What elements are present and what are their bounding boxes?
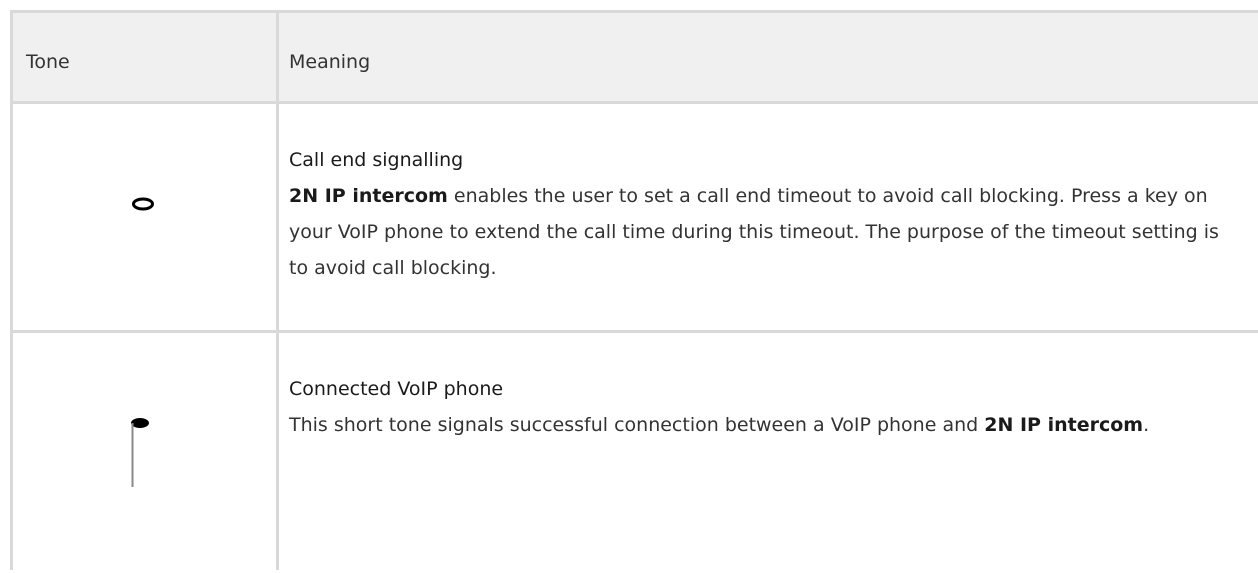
whole-note-icon (132, 197, 154, 211)
product-name: 2N IP intercom (984, 414, 1144, 436)
eighth-note-icon (131, 418, 149, 487)
description-text-end: . (1143, 414, 1150, 436)
row-title: Call end signalling (289, 149, 464, 171)
header-tone: Tone (26, 51, 70, 73)
description-text: This short tone signals successful conne… (289, 414, 985, 436)
tones-table: Tone Meaning Call end signalling 2N IP i… (10, 10, 1258, 570)
header-meaning: Meaning (289, 51, 371, 73)
table-row: Connected VoIP phone This short tone sig… (13, 333, 1258, 573)
product-name: 2N IP intercom (289, 185, 448, 207)
column-divider (276, 13, 279, 570)
table-row: Call end signalling 2N IP intercom enabl… (13, 104, 1258, 333)
row-description: 2N IP intercom enables the user to set a… (289, 178, 1239, 286)
row-description: This short tone signals successful conne… (289, 407, 1239, 443)
table-header-row: Tone Meaning (13, 13, 1258, 104)
row-title: Connected VoIP phone (289, 378, 504, 400)
